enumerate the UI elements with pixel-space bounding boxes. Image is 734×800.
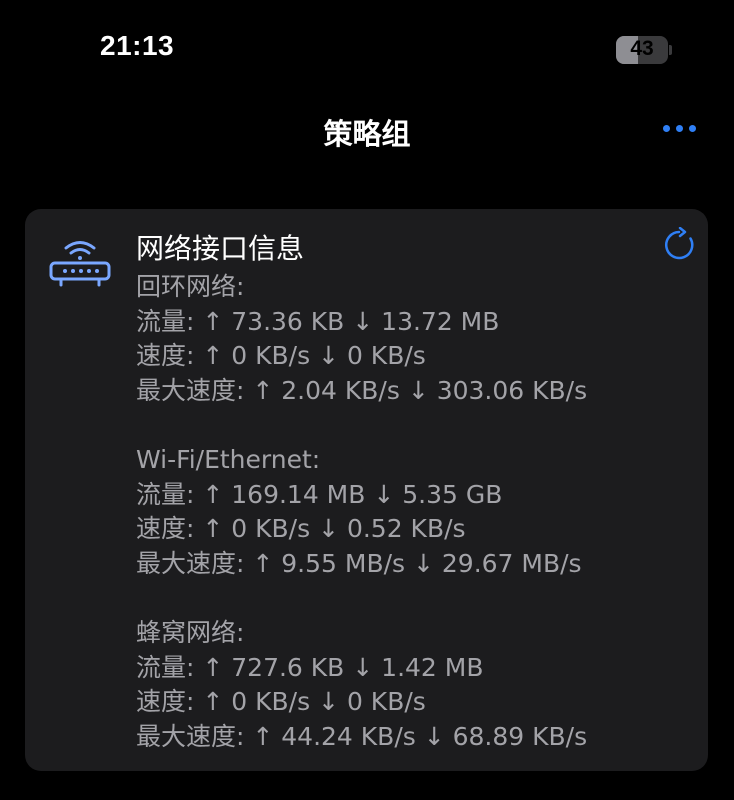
max-speed-line: 最大速度: ↑ 44.24 KB/s ↓ 68.89 KB/s bbox=[136, 721, 588, 751]
section-name: 回环网络: bbox=[136, 272, 245, 301]
section-name: Wi-Fi/Ethernet: bbox=[136, 445, 321, 474]
speed-line: 速度: ↑ 0 KB/s ↓ 0 KB/s bbox=[136, 341, 426, 370]
more-options-button[interactable] bbox=[654, 108, 704, 148]
battery-cap bbox=[669, 45, 672, 55]
traffic-line: 流量: ↑ 727.6 KB ↓ 1.42 MB bbox=[136, 652, 484, 682]
card-title: 网络接口信息 bbox=[136, 232, 305, 265]
speed-line: 速度: ↑ 0 KB/s ↓ 0 KB/s bbox=[136, 687, 426, 716]
traffic-line: 流量: ↑ 169.14 MB ↓ 5.35 GB bbox=[136, 479, 503, 509]
traffic-line: 流量: ↑ 73.36 KB ↓ 13.72 MB bbox=[136, 306, 500, 336]
speed-line: 速度: ↑ 0 KB/s ↓ 0.52 KB/s bbox=[136, 514, 466, 543]
status-bar: 21:13 43 bbox=[0, 0, 734, 100]
status-time: 21:13 bbox=[100, 30, 175, 61]
loopback-section: 回环网络: 流量: ↑ 73.36 KB ↓ 13.72 MB 速度: ↑ 0 … bbox=[136, 270, 696, 408]
refresh-icon[interactable] bbox=[661, 227, 697, 263]
ellipsis-icon-dot bbox=[689, 125, 696, 132]
network-interface-card: 网络接口信息 回环网络: 流量: ↑ 73.36 KB ↓ 13.72 MB 速… bbox=[25, 209, 708, 771]
cellular-section: 蜂窝网络: 流量: ↑ 727.6 KB ↓ 1.42 MB 速度: ↑ 0 K… bbox=[136, 616, 696, 754]
battery-icon: 43 bbox=[616, 36, 668, 64]
section-name: 蜂窝网络: bbox=[136, 618, 245, 647]
max-speed-line: 最大速度: ↑ 2.04 KB/s ↓ 303.06 KB/s bbox=[136, 375, 588, 405]
wifi-ethernet-section: Wi-Fi/Ethernet: 流量: ↑ 169.14 MB ↓ 5.35 G… bbox=[136, 443, 696, 581]
battery-level: 43 bbox=[630, 37, 654, 60]
page-title: 策略组 bbox=[323, 117, 411, 151]
ellipsis-icon-dot bbox=[676, 125, 683, 132]
max-speed-line: 最大速度: ↑ 9.55 MB/s ↓ 29.67 MB/s bbox=[136, 548, 582, 578]
ellipsis-icon bbox=[663, 125, 670, 132]
wifi-router-icon bbox=[49, 241, 111, 287]
